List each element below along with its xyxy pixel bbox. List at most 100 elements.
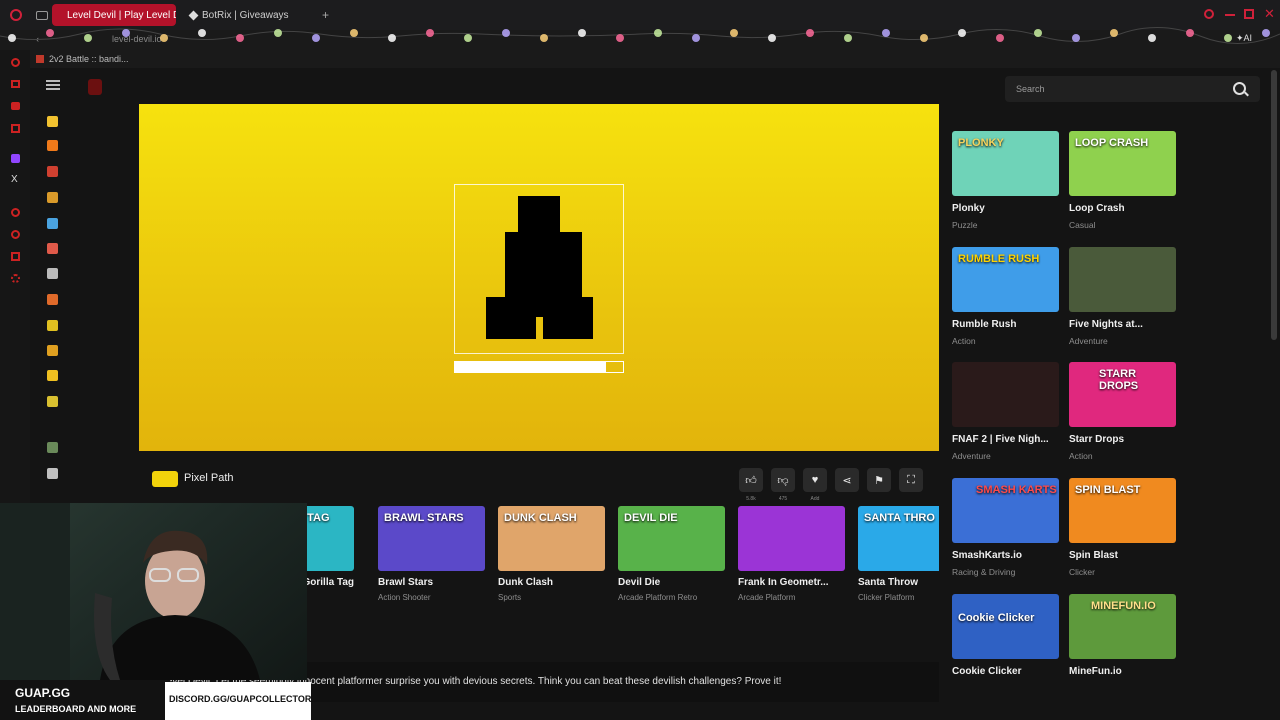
fullscreen-button[interactable]: ⛶	[899, 468, 923, 492]
address-bar[interactable]: ‹ level-devil.io ✦AI	[0, 30, 1280, 50]
game-card-thumbnail: GORILLA TAG	[307, 506, 354, 571]
game-card-title: Santa Throw	[858, 577, 919, 588]
heart-icon: ♥	[811, 474, 819, 486]
grid-game-card[interactable]: PLONKY Plonky Puzzle	[952, 131, 1059, 230]
category-icon[interactable]	[47, 370, 58, 381]
tab-level-devil[interactable]: Level Devil | Play Level De	[52, 4, 176, 26]
category-icon[interactable]	[47, 243, 58, 254]
grid-game-card[interactable]: LOOP CRASH Loop Crash Casual	[1069, 131, 1176, 230]
pixel-character-icon	[486, 196, 593, 339]
grid-game-card[interactable]: STARR DROPS Starr Drops Action	[1069, 362, 1176, 461]
tab-list-icon[interactable]	[36, 10, 48, 20]
minimize-icon[interactable]	[1225, 14, 1235, 16]
report-button[interactable]: ⚑	[867, 468, 891, 492]
grid-game-title: Five Nights at...	[1069, 319, 1143, 330]
category-icon[interactable]	[47, 468, 58, 479]
game-card-thumbnail	[738, 506, 845, 571]
grid-game-title: SmashKarts.io	[952, 550, 1023, 561]
like-count: 5.8k	[746, 496, 756, 502]
favorite-label: Add	[810, 496, 820, 502]
news-icon[interactable]	[11, 124, 20, 133]
player-icon[interactable]	[11, 208, 20, 217]
game-info-bar: Pixel Path 👍︎ 5.8k 👎︎ 475 ♥ Add ⋖ ⚑ ⛶	[139, 460, 939, 502]
close-icon[interactable]: ✕	[1264, 6, 1275, 22]
tab-botrix[interactable]: BotRix | Giveaways	[180, 4, 306, 26]
category-icon[interactable]	[47, 192, 58, 203]
game-card-tags: Arcade Platform	[738, 593, 796, 602]
game-card[interactable]: DEVIL DIE Devil Die Arcade Platform Retr…	[618, 506, 725, 602]
dislike-button[interactable]: 👎︎ 475	[771, 468, 795, 502]
like-button[interactable]: 👍︎ 5.8k	[739, 468, 763, 502]
menu-icon[interactable]	[46, 80, 60, 90]
x-twitter-icon[interactable]: X	[11, 174, 18, 185]
grid-game-card[interactable]: MINEFUN.IO MineFun.io	[1069, 594, 1176, 677]
game-card[interactable]: Frank In Geometr... Arcade Platform	[738, 506, 845, 602]
url-text[interactable]: level-devil.io	[112, 34, 162, 44]
favorite-button[interactable]: ♥ Add	[803, 468, 827, 502]
twitch-icon[interactable]	[11, 154, 20, 163]
category-icon[interactable]	[47, 442, 58, 453]
grid-game-card[interactable]: Cookie Clicker Cookie Clicker	[952, 594, 1059, 677]
loading-progress-fill	[455, 362, 607, 372]
game-card[interactable]: DUNK CLASH Dunk Clash Sports	[498, 506, 605, 602]
related-games-carousel: GORILLA TAG Gorilla Tag BRAWL STARS Braw…	[307, 506, 939, 616]
ai-button[interactable]: ✦AI	[1236, 33, 1252, 44]
window-search-icon[interactable]	[1204, 9, 1214, 19]
tab-favicon-icon	[188, 10, 199, 20]
history-icon[interactable]	[11, 230, 20, 239]
category-icon[interactable]	[47, 320, 58, 331]
opera-logo-icon[interactable]	[10, 9, 22, 21]
messenger-icon[interactable]	[11, 58, 20, 67]
grid-game-card[interactable]: Five Nights at... Adventure	[1069, 247, 1176, 346]
game-card-thumbnail: BRAWL STARS	[378, 506, 485, 571]
game-card-title: Brawl Stars	[378, 577, 434, 588]
grid-game-card[interactable]: SPIN BLAST Spin Blast Clicker	[1069, 478, 1176, 577]
category-icon[interactable]	[47, 396, 58, 407]
new-tab-button[interactable]: +	[322, 8, 329, 22]
grid-game-title: Starr Drops	[1069, 434, 1125, 445]
overlay-title: GUAP.GG	[15, 686, 71, 700]
grid-game-thumbnail	[1069, 247, 1176, 312]
game-card-thumbnail: SANTA THRO	[858, 506, 939, 571]
game-card[interactable]: SANTA THRO Santa Throw Clicker Platform	[858, 506, 939, 602]
share-icon: ⋖	[842, 474, 852, 487]
page-scrollbar[interactable]	[1271, 70, 1277, 340]
bookmark-item[interactable]: 2v2 Battle :: bandi...	[49, 54, 129, 64]
category-icon[interactable]	[47, 294, 58, 305]
store-icon[interactable]	[11, 80, 20, 88]
grid-game-tag: Clicker	[1069, 567, 1095, 577]
grid-game-thumbnail: SPIN BLAST	[1069, 478, 1176, 543]
search-icon[interactable]	[1233, 82, 1246, 95]
game-card[interactable]: BRAWL STARS Brawl Stars Action Shooter	[378, 506, 485, 602]
settings-gear-icon[interactable]	[11, 274, 20, 283]
maximize-icon[interactable]	[1244, 9, 1254, 19]
extensions-icon[interactable]	[11, 252, 20, 261]
thumbs-down-icon: 👎︎	[777, 474, 789, 487]
grid-game-tag: Action	[1069, 451, 1093, 461]
grid-game-card[interactable]: SMASH KARTS SmashKarts.io Racing & Driving	[952, 478, 1059, 577]
chat-icon[interactable]	[11, 102, 20, 110]
grid-game-thumbnail: LOOP CRASH	[1069, 131, 1176, 196]
search-input[interactable]: Search	[1005, 76, 1260, 102]
game-card-thumbnail: DUNK CLASH	[498, 506, 605, 571]
game-canvas[interactable]	[139, 104, 939, 451]
grid-game-title: Plonky	[952, 203, 985, 214]
overlay-subtitle: LEADERBOARD AND MORE	[15, 704, 137, 714]
grid-game-card[interactable]: RUMBLE RUSH Rumble Rush Action	[952, 247, 1059, 346]
back-icon[interactable]: ‹	[36, 34, 39, 44]
share-button[interactable]: ⋖	[835, 468, 859, 492]
grid-game-tag: Adventure	[1069, 336, 1108, 346]
grid-game-tag: Puzzle	[952, 220, 978, 230]
grid-game-card[interactable]: FNAF 2 | Five Nigh... Adventure	[952, 362, 1059, 461]
category-icon[interactable]	[47, 116, 58, 127]
category-icon[interactable]	[47, 345, 58, 356]
category-icon[interactable]	[47, 268, 58, 279]
grid-game-thumbnail: Cookie Clicker	[952, 594, 1059, 659]
game-card[interactable]: GORILLA TAG Gorilla Tag	[307, 506, 354, 588]
category-icon[interactable]	[47, 166, 58, 177]
category-icon[interactable]	[47, 218, 58, 229]
game-card-title: Devil Die	[618, 577, 661, 588]
game-card-tags: Arcade Platform Retro	[618, 593, 698, 602]
site-logo-icon[interactable]	[88, 79, 102, 95]
category-icon[interactable]	[47, 140, 58, 151]
